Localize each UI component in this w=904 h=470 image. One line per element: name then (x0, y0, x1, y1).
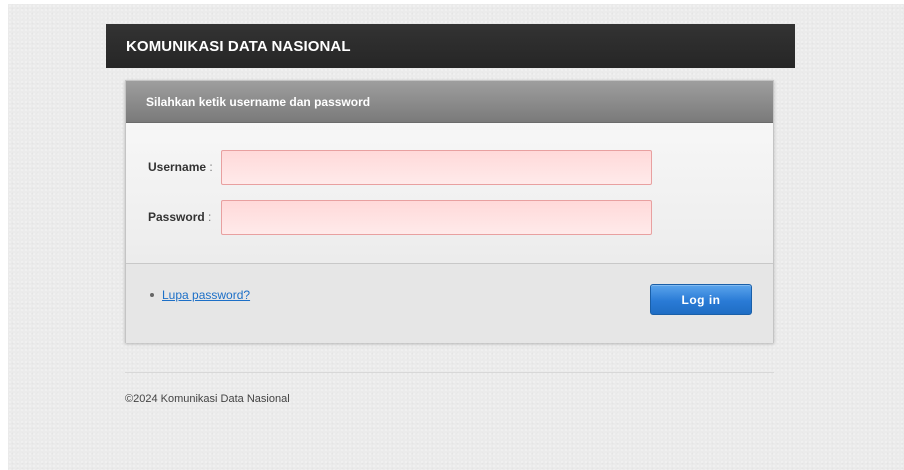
copyright-text: ©2024 Komunikasi Data Nasional (125, 393, 290, 405)
footer-divider (125, 372, 774, 373)
username-input[interactable] (221, 150, 652, 185)
login-form: Username : Password : (126, 123, 773, 264)
username-colon: : (209, 160, 213, 174)
site-header: KOMUNIKASI DATA NASIONAL (106, 24, 795, 68)
login-panel-footer: Lupa password? Log in (126, 264, 773, 343)
bullet-icon (150, 293, 154, 297)
login-prompt: Silahkan ketik username dan password (146, 94, 371, 109)
username-label: Username : (148, 160, 213, 174)
site-title: KOMUNIKASI DATA NASIONAL (126, 37, 351, 55)
password-label: Password : (148, 210, 211, 224)
login-panel-header: Silahkan ketik username dan password (126, 81, 773, 123)
login-panel: Silahkan ketik username dan password Use… (125, 80, 774, 343)
username-label-text: Username (148, 160, 207, 174)
login-button[interactable]: Log in (650, 284, 752, 315)
username-row: Username : (126, 150, 773, 186)
forgot-password-item: Lupa password? (150, 288, 250, 302)
password-colon: : (208, 210, 212, 224)
password-label-text: Password (148, 210, 205, 224)
forgot-password-link[interactable]: Lupa password? (162, 288, 250, 302)
password-input[interactable] (221, 200, 652, 235)
password-row: Password : (126, 200, 773, 236)
